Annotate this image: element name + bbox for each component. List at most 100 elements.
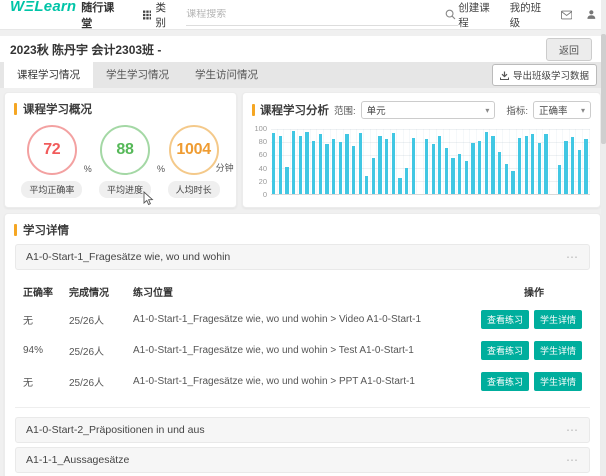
bar (583, 129, 590, 194)
my-classes-link[interactable]: 我的班级 (510, 0, 546, 30)
export-label: 导出班级学习数据 (513, 68, 589, 82)
bar (557, 129, 564, 194)
metric-select-value: 正确率 (539, 103, 568, 117)
bar (384, 129, 391, 194)
bar (517, 129, 524, 194)
overview-stats: 72 % 平均正确率 88 % 平均进度 (5, 123, 236, 198)
tab-student-visits[interactable]: 学生访问情况 (182, 62, 271, 88)
bar (351, 129, 358, 194)
section-marker (252, 104, 255, 116)
cell-completion: 25/26人 (69, 343, 133, 358)
course-search (186, 4, 458, 26)
student-details-button[interactable]: 学生详情 (534, 341, 582, 360)
analysis-title: 课程学习分析 (260, 102, 329, 118)
view-exercise-button[interactable]: 查看练习 (481, 310, 529, 329)
bar (464, 129, 471, 194)
progress-label: 平均进度 (99, 181, 151, 198)
table-header-row: 正确率 完成情况 练习位置 操作 (23, 276, 582, 304)
download-icon (500, 71, 509, 80)
y-tick-label: 0 (249, 191, 271, 199)
course-overview-panel: 课程学习概况 72 % 平均正确率 (4, 92, 237, 208)
unit-exercise-table: 正确率 完成情况 练习位置 操作 无 25/26人 A1-0-Start-1_F… (15, 274, 590, 408)
cell-accuracy: 94% (23, 345, 69, 356)
bar (530, 129, 537, 194)
bar (430, 129, 437, 194)
duration-value: 1004 (176, 141, 210, 159)
bar (570, 129, 577, 194)
y-tick-label: 100 (249, 125, 271, 133)
bar (450, 129, 457, 194)
col-completion: 完成情况 (69, 284, 133, 299)
progress-unit: % (157, 164, 165, 174)
bar (377, 129, 384, 194)
progress-value: 88 (116, 141, 133, 159)
report-tab-strip: 课程学习情况 学生学习情况 学生访问情况 导出班级学习数据 (0, 62, 606, 88)
bar (457, 129, 464, 194)
duration-label: 人均时长 (168, 181, 220, 198)
welearn-logo[interactable]: WΞLearn 随行课堂 (10, 0, 115, 31)
tab-course-learning[interactable]: 课程学习情况 (4, 62, 93, 88)
table-row: 无 25/26人 A1-0-Start-1_Fragesätze wie, wo… (23, 304, 582, 335)
duration-unit: 分钟 (216, 161, 234, 174)
view-exercise-button[interactable]: 查看练习 (481, 341, 529, 360)
bar (503, 129, 510, 194)
bar (444, 129, 451, 194)
bar (291, 129, 298, 194)
bar (311, 129, 318, 194)
student-details-button[interactable]: 学生详情 (534, 310, 582, 329)
range-select[interactable]: 单元 ▾ (361, 101, 496, 119)
more-icon[interactable]: ⋯ (566, 423, 579, 437)
bar (490, 129, 497, 194)
cell-location: A1-0-Start-1_Fragesätze wie, wo und wohi… (133, 314, 442, 325)
empty-bar-slot (550, 129, 557, 194)
bar (284, 129, 291, 194)
search-input[interactable] (186, 9, 445, 20)
y-tick-label: 40 (249, 165, 271, 173)
bar (298, 129, 305, 194)
page-scrollbar[interactable] (601, 0, 606, 476)
page-title: 2023秋 陈丹宇 会计2303班 - (10, 41, 161, 58)
bar (523, 129, 530, 194)
analysis-bar-chart: 100806040200 (243, 125, 600, 199)
y-tick-label: 60 (249, 151, 271, 159)
view-exercise-button[interactable]: 查看练习 (481, 372, 529, 391)
unit-accordion-expanded[interactable]: A1-0-Start-1_Fragesätze wie, wo und wohi… (15, 244, 590, 270)
progress-ring: 88 (100, 125, 150, 175)
more-icon[interactable]: ⋯ (566, 250, 579, 264)
bar (391, 129, 398, 194)
welearn-class-report-screen: WΞLearn 随行课堂 类别 创建课程 我的班级 (0, 0, 606, 476)
bar (576, 129, 583, 194)
category-menu[interactable]: 类别 (143, 0, 175, 30)
logo-wordmark: WΞLearn (10, 0, 76, 15)
search-icon[interactable] (445, 9, 456, 20)
back-button[interactable]: 返回 (546, 38, 592, 61)
unit-accordion-collapsed[interactable]: A1-1-1_Aussagesätze ⋯ (15, 447, 590, 473)
export-button[interactable]: 导出班级学习数据 (492, 64, 597, 86)
more-icon[interactable]: ⋯ (566, 453, 579, 467)
bar (337, 129, 344, 194)
metric-select[interactable]: 正确率 ▾ (533, 101, 591, 119)
range-label: 范围: (334, 103, 356, 117)
create-course-link[interactable]: 创建课程 (458, 0, 494, 30)
user-icon[interactable] (587, 9, 596, 20)
stat-average-duration: 1004 分钟 人均时长 (168, 125, 220, 198)
table-row: 无 25/26人 A1-0-Start-1_Fragesätze wie, wo… (23, 366, 582, 397)
scrollbar-thumb[interactable] (601, 34, 606, 144)
tab-student-learning[interactable]: 学生学习情况 (93, 62, 182, 88)
top-navbar: WΞLearn 随行课堂 类别 创建课程 我的班级 (0, 0, 606, 30)
col-actions: 操作 (442, 284, 582, 299)
chevron-down-icon: ▾ (485, 106, 489, 115)
y-tick-label: 80 (249, 138, 271, 146)
stat-average-progress: 88 % 平均进度 (99, 125, 151, 198)
navbar-links: 创建课程 我的班级 (458, 0, 596, 30)
category-grid-icon (143, 10, 152, 20)
accuracy-label: 平均正确率 (21, 181, 82, 198)
student-details-button[interactable]: 学生详情 (534, 372, 582, 391)
table-row: 94% 25/26人 A1-0-Start-1_Fragesätze wie, … (23, 335, 582, 366)
unit-accordion-collapsed[interactable]: A1-0-Start-2_Präpositionen in und aus ⋯ (15, 417, 590, 443)
mail-icon[interactable] (561, 10, 572, 20)
bar (324, 129, 331, 194)
bar (357, 129, 364, 194)
section-marker (14, 103, 17, 115)
bar (364, 129, 371, 194)
